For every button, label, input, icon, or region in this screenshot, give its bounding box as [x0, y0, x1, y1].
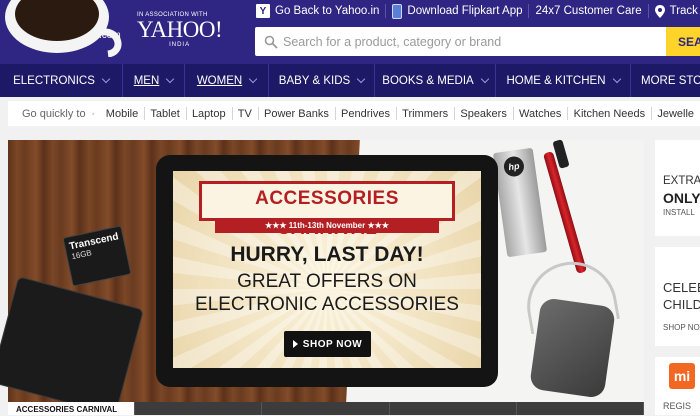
search-input[interactable]	[283, 27, 663, 56]
coffee-mug-image	[2, 0, 122, 57]
promo-line-3: INSTALL	[663, 208, 695, 217]
promo-line-1: EXTRA	[663, 175, 700, 187]
chevron-down-icon	[249, 74, 257, 82]
top-link-label: Go Back to Yahoo.in	[275, 5, 379, 17]
nav-item-baby-kids[interactable]: BABY & KIDS	[269, 64, 375, 97]
banner-title: ACCESSORIES CARNIVAL	[202, 184, 452, 244]
banner-tab[interactable]	[135, 402, 262, 415]
top-link-download-app[interactable]: Download Flipkart App	[386, 0, 528, 22]
side-promo-extra[interactable]: EXTRA ONLY INSTALL	[655, 140, 700, 236]
banner-tab-accessories-carnival[interactable]: ACCESSORIES CARNIVAL	[8, 402, 135, 415]
play-arrow-icon	[293, 340, 298, 348]
banner-dates: ★★★ 11th-13th November ★★★	[215, 219, 439, 233]
quick-link-tablet[interactable]: Tablet	[144, 108, 185, 120]
nav-item-men[interactable]: MEN	[123, 64, 185, 97]
banner-tab[interactable]	[517, 402, 644, 415]
side-promo-mi[interactable]: mi REGIS	[655, 357, 700, 415]
search-bar: SEA	[255, 27, 700, 56]
banner-headline: HURRY, LAST DAY!	[173, 243, 481, 267]
sd-card-brand: Transcend	[68, 231, 119, 252]
promo-line-2: ONLY	[663, 190, 700, 206]
partner-region: INDIA	[137, 42, 222, 48]
banner-carousel-tabs: ACCESSORIES CARNIVAL	[8, 402, 644, 415]
chevron-down-icon	[480, 74, 488, 82]
quick-link-trimmers[interactable]: Trimmers	[396, 108, 454, 120]
chevron-down-icon	[102, 74, 110, 82]
partner-name: YAHOO!	[137, 18, 222, 42]
nav-label: MORE STO	[641, 75, 700, 87]
nav-label: BABY & KIDS	[279, 75, 350, 87]
top-link-customer-care[interactable]: 24x7 Customer Care	[529, 0, 647, 22]
carnival-title-box: ACCESSORIES CARNIVAL	[199, 181, 455, 221]
quick-link-kitchen-needs[interactable]: Kitchen Needs	[568, 108, 652, 120]
search-button[interactable]: SEA	[666, 27, 700, 56]
chevron-down-icon	[166, 74, 174, 82]
phone-icon	[392, 4, 402, 19]
quick-link-speakers[interactable]: Speakers	[454, 108, 512, 120]
quick-link-jewellery[interactable]: Jewelle	[651, 108, 700, 120]
quick-links-label: Go quickly to	[8, 108, 92, 120]
bluetooth-headset-image	[529, 297, 616, 399]
promo-line-1: CELEB	[663, 280, 700, 295]
top-link-label: 24x7 Customer Care	[535, 5, 641, 17]
nav-label: HOME & KITCHEN	[506, 75, 605, 87]
top-link-track-order[interactable]: Track O	[649, 0, 700, 22]
banner-tab[interactable]	[262, 402, 389, 415]
category-nav: ELECTRONICS MEN WOMEN BABY & KIDS BOOKS …	[0, 64, 700, 97]
chevron-down-icon	[357, 74, 365, 82]
quick-link-watches[interactable]: Watches	[513, 108, 567, 120]
banner-line-2: ELECTRONIC ACCESSORIES	[173, 293, 481, 316]
side-promo-celebrate[interactable]: CELEB CHILD SHOP NOW	[655, 247, 700, 346]
promo-line-3: SHOP NOW	[663, 323, 700, 332]
chevron-down-icon	[612, 74, 620, 82]
nav-item-home-kitchen[interactable]: HOME & KITCHEN	[496, 64, 631, 97]
shop-now-button[interactable]: SHOP NOW	[284, 331, 371, 357]
top-link-label: Track O	[670, 5, 700, 17]
promo-line-2: CHILD	[663, 297, 700, 312]
location-pin-icon	[655, 5, 665, 18]
tablet-screen: ACCESSORIES CARNIVAL ★★★ 11th-13th Novem…	[173, 171, 481, 368]
search-icon	[264, 35, 278, 49]
nav-item-electronics[interactable]: ELECTRONICS	[0, 64, 123, 97]
quick-link-mobile[interactable]: Mobile	[100, 108, 144, 120]
top-link-label: Download Flipkart App	[407, 5, 522, 17]
banner-subheadline: GREAT OFFERS ON ELECTRONIC ACCESSORIES	[173, 270, 481, 316]
top-links-bar: Y Go Back to Yahoo.in Download Flipkart …	[250, 0, 700, 22]
nav-item-women[interactable]: WOMEN	[185, 64, 269, 97]
quick-link-tv[interactable]: TV	[232, 108, 258, 120]
nav-label: BOOKS & MEDIA	[382, 75, 473, 87]
mi-logo: mi	[669, 363, 695, 389]
nav-label: MEN	[134, 75, 160, 87]
nav-item-books-media[interactable]: BOOKS & MEDIA	[375, 64, 496, 97]
nav-item-more-stores[interactable]: MORE STO	[631, 64, 700, 97]
quick-link-power-banks[interactable]: Power Banks	[258, 108, 335, 120]
promo-line-3: REGIS	[663, 401, 691, 411]
banner-tab[interactable]	[390, 402, 517, 415]
quick-links-bar: Go quickly to Mobile Tablet Laptop TV Po…	[8, 101, 700, 126]
shop-now-label: SHOP NOW	[303, 339, 362, 350]
quick-link-laptop[interactable]: Laptop	[186, 108, 232, 120]
yahoo-partner-logo: IN ASSOCIATION WITH YAHOO! INDIA	[137, 12, 222, 48]
top-link-back-to-yahoo[interactable]: Y Go Back to Yahoo.in	[250, 0, 385, 22]
quick-link-pendrives[interactable]: Pendrives	[335, 108, 396, 120]
nav-label: ELECTRONICS	[13, 75, 95, 87]
arrow-right-icon	[92, 109, 94, 119]
hp-logo: hp	[503, 155, 526, 178]
banner-line-1: GREAT OFFERS ON	[173, 270, 481, 293]
nav-label: WOMEN	[197, 75, 242, 87]
yahoo-icon: Y	[256, 4, 270, 18]
